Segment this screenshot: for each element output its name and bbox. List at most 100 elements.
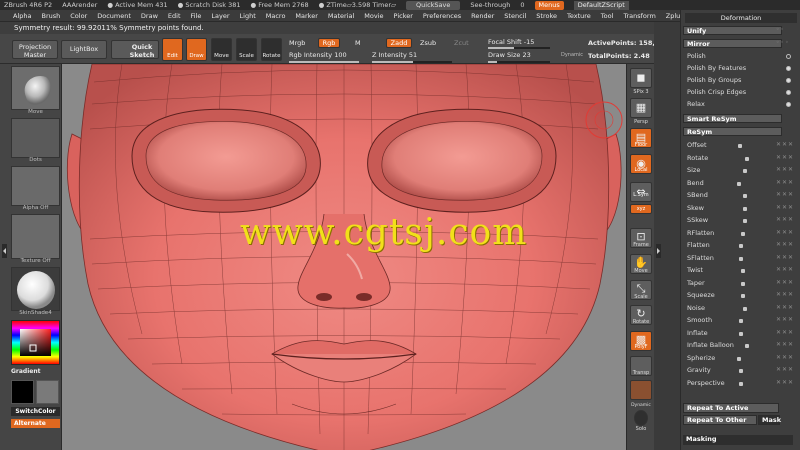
slider-bend[interactable]: Bend ✕✕✕ bbox=[683, 178, 793, 188]
slider-noise[interactable]: Noise ✕✕✕ bbox=[683, 303, 793, 313]
alternate-button[interactable]: Alternate bbox=[11, 419, 60, 428]
slider-knob-smooth[interactable] bbox=[739, 319, 743, 323]
scale-button[interactable]: Scale bbox=[236, 38, 257, 61]
left-tray-grip[interactable] bbox=[2, 244, 7, 258]
menu-item-document[interactable]: Document bbox=[92, 12, 136, 20]
polish-features-row[interactable]: Polish By Features bbox=[683, 63, 793, 73]
slider-sskew[interactable]: SSkew ✕✕✕ bbox=[683, 215, 793, 225]
axis-toggle-icons[interactable]: ✕✕✕ bbox=[776, 215, 794, 225]
slider-knob-sskew[interactable] bbox=[743, 219, 747, 223]
axis-toggle-icons[interactable]: ✕✕✕ bbox=[776, 278, 794, 288]
see-through-label[interactable]: See-through bbox=[470, 1, 510, 9]
polish-row[interactable]: Polish bbox=[683, 51, 793, 61]
mask-button[interactable]: Mask bbox=[758, 415, 781, 425]
slider-knob-skew[interactable] bbox=[743, 206, 747, 211]
polish-groups-row[interactable]: Polish By Groups bbox=[683, 75, 793, 85]
m-toggle[interactable]: M bbox=[355, 39, 361, 47]
zsub-toggle[interactable]: Zsub bbox=[420, 39, 436, 47]
texture-thumbnail[interactable] bbox=[11, 214, 60, 259]
slider-knob-twist[interactable] bbox=[741, 269, 745, 273]
slider-knob-noise[interactable] bbox=[743, 306, 747, 311]
slider-knob-spherize[interactable] bbox=[737, 356, 741, 361]
gradient-label[interactable]: Gradient bbox=[11, 368, 41, 375]
slider-sflatten[interactable]: SFlatten ✕✕✕ bbox=[683, 253, 793, 263]
switch-color-button[interactable]: SwitchColor bbox=[11, 407, 60, 416]
dynamic-toggle[interactable]: Dynamic bbox=[561, 52, 583, 58]
menu-item-color[interactable]: Color bbox=[65, 12, 92, 20]
ghost-button[interactable] bbox=[630, 380, 652, 400]
axis-toggle-icons[interactable]: ✕✕✕ bbox=[776, 190, 794, 200]
slider-knob-bend[interactable] bbox=[737, 181, 741, 186]
slider-inflate-balloon[interactable]: Inflate Balloon ✕✕✕ bbox=[683, 340, 793, 350]
zcut-toggle[interactable]: Zcut bbox=[454, 39, 469, 47]
slider-knob-sflatten[interactable] bbox=[739, 256, 743, 261]
material-thumbnail[interactable] bbox=[11, 267, 60, 311]
repeat-to-active-button[interactable]: Repeat To Active bbox=[683, 403, 779, 413]
slider-knob-taper[interactable] bbox=[741, 281, 745, 286]
axis-toggle-icons[interactable]: ✕✕✕ bbox=[776, 353, 794, 363]
slider-knob-squeeze[interactable] bbox=[741, 294, 745, 298]
draw-size-slider[interactable] bbox=[488, 61, 550, 63]
brush-thumbnail[interactable] bbox=[11, 66, 60, 110]
slider-knob-size[interactable] bbox=[743, 169, 747, 173]
slider-knob-rflatten[interactable] bbox=[741, 231, 745, 236]
slider-offset[interactable]: Offset ✕✕✕ bbox=[683, 140, 793, 150]
slider-knob-inflate-balloon[interactable] bbox=[745, 344, 749, 348]
focal-shift-label[interactable]: Focal Shift -15 bbox=[488, 38, 534, 46]
draw-button[interactable]: Draw bbox=[186, 38, 207, 61]
slider-squeeze[interactable]: Squeeze ✕✕✕ bbox=[683, 290, 793, 300]
axis-toggle-icons[interactable]: ✕✕✕ bbox=[776, 328, 794, 338]
move-button[interactable]: Move bbox=[211, 38, 232, 61]
polish-edges-radio[interactable] bbox=[786, 90, 791, 95]
menu-item-marker[interactable]: Marker bbox=[290, 12, 322, 20]
slider-size[interactable]: Size ✕✕✕ bbox=[683, 165, 793, 175]
axis-toggle-icons[interactable]: ✕✕✕ bbox=[776, 303, 794, 313]
axis-toggle-icons[interactable]: ✕✕✕ bbox=[776, 228, 794, 238]
menu-item-render[interactable]: Render bbox=[466, 12, 499, 20]
menu-item-picker[interactable]: Picker bbox=[389, 12, 418, 20]
axis-toggle-icons[interactable]: ✕✕✕ bbox=[776, 240, 794, 250]
draw-size-label[interactable]: Draw Size 23 bbox=[488, 51, 531, 59]
axis-toggle-icons[interactable]: ✕✕✕ bbox=[776, 178, 794, 188]
slider-knob-sbend[interactable] bbox=[743, 194, 747, 198]
polish-groups-radio[interactable] bbox=[786, 78, 791, 83]
axis-toggle-icons[interactable]: ✕✕✕ bbox=[776, 315, 794, 325]
axis-toggle-icons[interactable]: ✕✕✕ bbox=[776, 265, 794, 275]
slider-knob-rotate[interactable] bbox=[745, 156, 749, 161]
polish-edges-row[interactable]: Polish Crisp Edges bbox=[683, 87, 793, 97]
slider-knob-offset[interactable] bbox=[738, 144, 742, 148]
resym-button[interactable]: ReSym bbox=[683, 127, 782, 136]
slider-knob-inflate[interactable] bbox=[739, 331, 743, 336]
slider-perspective[interactable]: Perspective ✕✕✕ bbox=[683, 378, 793, 388]
main-color-swatch[interactable] bbox=[11, 380, 34, 404]
slider-knob-gravity[interactable] bbox=[739, 369, 743, 373]
alpha-thumbnail[interactable] bbox=[11, 166, 60, 206]
menu-item-light[interactable]: Light bbox=[235, 12, 261, 20]
stroke-thumbnail[interactable] bbox=[11, 118, 60, 158]
menu-item-macro[interactable]: Macro bbox=[261, 12, 291, 20]
slider-inflate[interactable]: Inflate ✕✕✕ bbox=[683, 328, 793, 338]
menu-item-file[interactable]: File bbox=[186, 12, 207, 20]
mrgb-toggle[interactable]: Mrgb bbox=[289, 39, 305, 47]
slider-smooth[interactable]: Smooth ✕✕✕ bbox=[683, 315, 793, 325]
right-tray-grip[interactable] bbox=[656, 244, 661, 258]
menu-item-draw[interactable]: Draw bbox=[136, 12, 163, 20]
zadd-toggle[interactable]: Zadd bbox=[386, 38, 412, 48]
polish-features-radio[interactable] bbox=[786, 66, 791, 71]
axis-toggle-icons[interactable]: ✕✕✕ bbox=[776, 203, 794, 213]
slider-sbend[interactable]: SBend ✕✕✕ bbox=[683, 190, 793, 200]
slider-knob-flatten[interactable] bbox=[739, 244, 743, 248]
relax-radio[interactable] bbox=[786, 102, 791, 107]
quicksave-button[interactable]: QuickSave bbox=[406, 0, 461, 10]
slider-spherize[interactable]: Spherize ✕✕✕ bbox=[683, 353, 793, 363]
menus-button[interactable]: Menus bbox=[534, 0, 564, 10]
axis-toggle-icons[interactable]: ✕✕✕ bbox=[776, 253, 794, 263]
solo-button[interactable] bbox=[634, 410, 648, 426]
quick-sketch-button[interactable]: Quick Sketch bbox=[111, 40, 159, 59]
slider-rotate[interactable]: Rotate ✕✕✕ bbox=[683, 153, 793, 163]
menu-item-material[interactable]: Material bbox=[323, 12, 359, 20]
menu-item-stroke[interactable]: Stroke bbox=[531, 12, 562, 20]
axis-toggle-icons[interactable]: ✕✕✕ bbox=[776, 165, 794, 175]
menu-item-edit[interactable]: Edit bbox=[163, 12, 186, 20]
axis-toggle-icons[interactable]: ✕✕✕ bbox=[776, 140, 794, 150]
